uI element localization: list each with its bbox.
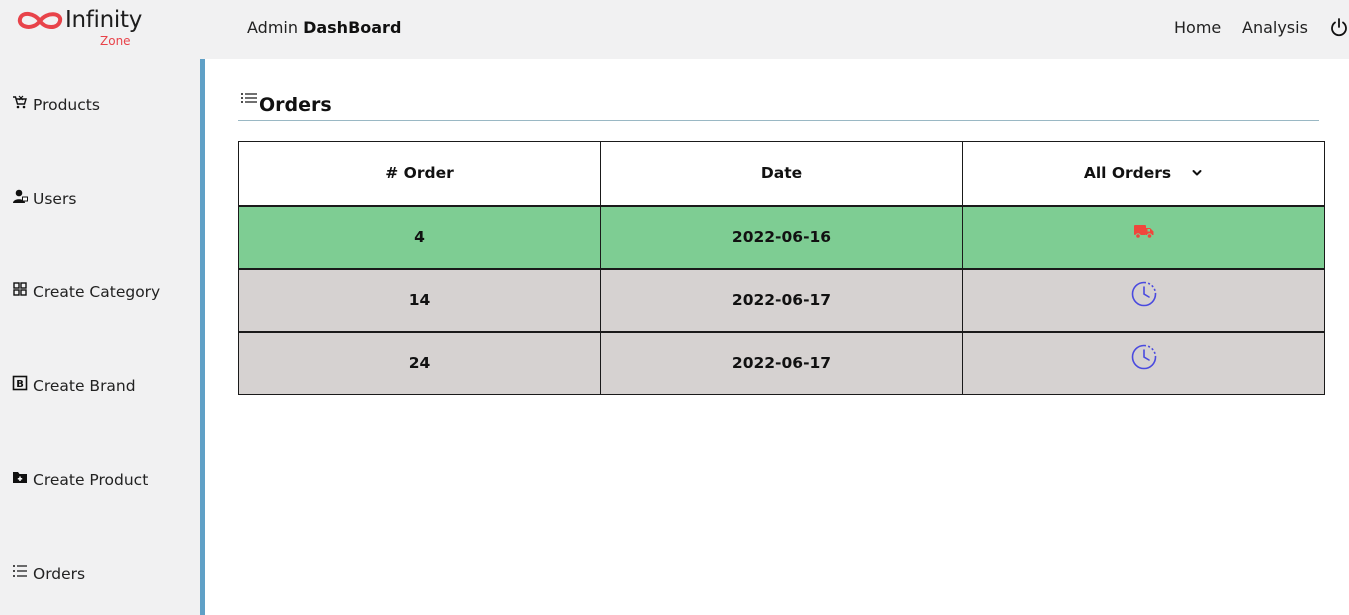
order-filter-select[interactable]: All Orders [1084, 164, 1203, 182]
sidebar-item-users[interactable]: Users [12, 187, 76, 211]
table-row[interactable]: 4 2022-06-16 [238, 204, 1325, 269]
sidebar-item-create-product[interactable]: Create Product [12, 468, 148, 492]
sidebar-item-label: Create Product [33, 471, 149, 489]
order-date-cell: 2022-06-17 [600, 267, 963, 332]
power-icon[interactable] [1329, 17, 1349, 37]
logo-text: Infinity [65, 7, 143, 33]
orders-table: # Order Date All Orders 4 2022-06-16 14 … [238, 141, 1325, 395]
sidebar-item-label: Create Brand [33, 377, 136, 395]
sidebar-item-label: Create Category [33, 283, 161, 301]
sidebar-item-orders[interactable]: Orders [12, 562, 85, 586]
svg-text:B: B [16, 379, 24, 390]
list-icon [12, 563, 28, 579]
folder-plus-icon [12, 469, 28, 485]
top-header: Infinity Zone Admin DashBoard Home Analy… [0, 0, 1349, 59]
order-number-cell: 4 [238, 204, 601, 269]
column-header-date: Date [600, 141, 963, 206]
order-number-cell: 14 [238, 267, 601, 332]
clock-icon[interactable] [1130, 343, 1158, 371]
logo[interactable]: Infinity Zone [16, 6, 166, 50]
sidebar-item-label: Products [33, 96, 100, 114]
page-title: Orders [240, 90, 332, 120]
sidebar-item-create-brand[interactable]: B Create Brand [12, 374, 136, 398]
infinity-logo-icon [16, 10, 64, 32]
brand-icon: B [12, 375, 28, 391]
order-date-cell: 2022-06-17 [600, 330, 963, 395]
order-status-cell [962, 204, 1325, 269]
nav-analysis-link[interactable]: Analysis [1242, 18, 1308, 37]
sidebar-item-products[interactable]: Products [12, 93, 100, 117]
filter-selected-value: All Orders [1083, 164, 1172, 183]
user-icon [12, 188, 28, 204]
page-heading: Admin DashBoard [247, 18, 401, 37]
sidebar-item-create-category[interactable]: Create Category [12, 280, 160, 304]
table-header-row: # Order Date All Orders [238, 141, 1325, 206]
sidebar-item-label: Orders [33, 565, 86, 583]
table-row[interactable]: 14 2022-06-17 [238, 267, 1325, 332]
order-date-cell: 2022-06-16 [600, 204, 963, 269]
table-row[interactable]: 24 2022-06-17 [238, 330, 1325, 395]
sidebar: Products Users Create Category B Create … [0, 59, 200, 615]
order-number-cell: 24 [238, 330, 601, 395]
order-status-cell [962, 267, 1325, 332]
sidebar-item-label: Users [33, 190, 77, 208]
column-header-status: All Orders [962, 141, 1325, 206]
nav-home-link[interactable]: Home [1174, 18, 1221, 37]
title-divider [238, 120, 1319, 121]
list-icon [240, 91, 258, 109]
cart-icon [12, 94, 28, 110]
page-title-text: Orders [259, 94, 332, 116]
grid-icon [12, 281, 28, 297]
heading-strong: DashBoard [303, 18, 402, 37]
chevron-down-icon [1191, 167, 1203, 179]
clock-icon[interactable] [1130, 280, 1158, 308]
column-header-order: # Order [238, 141, 601, 206]
logo-subtext: Zone [100, 34, 131, 48]
truck-icon[interactable] [1133, 222, 1155, 240]
heading-prefix: Admin [247, 18, 304, 37]
order-status-cell [962, 330, 1325, 395]
sidebar-divider [200, 59, 205, 615]
